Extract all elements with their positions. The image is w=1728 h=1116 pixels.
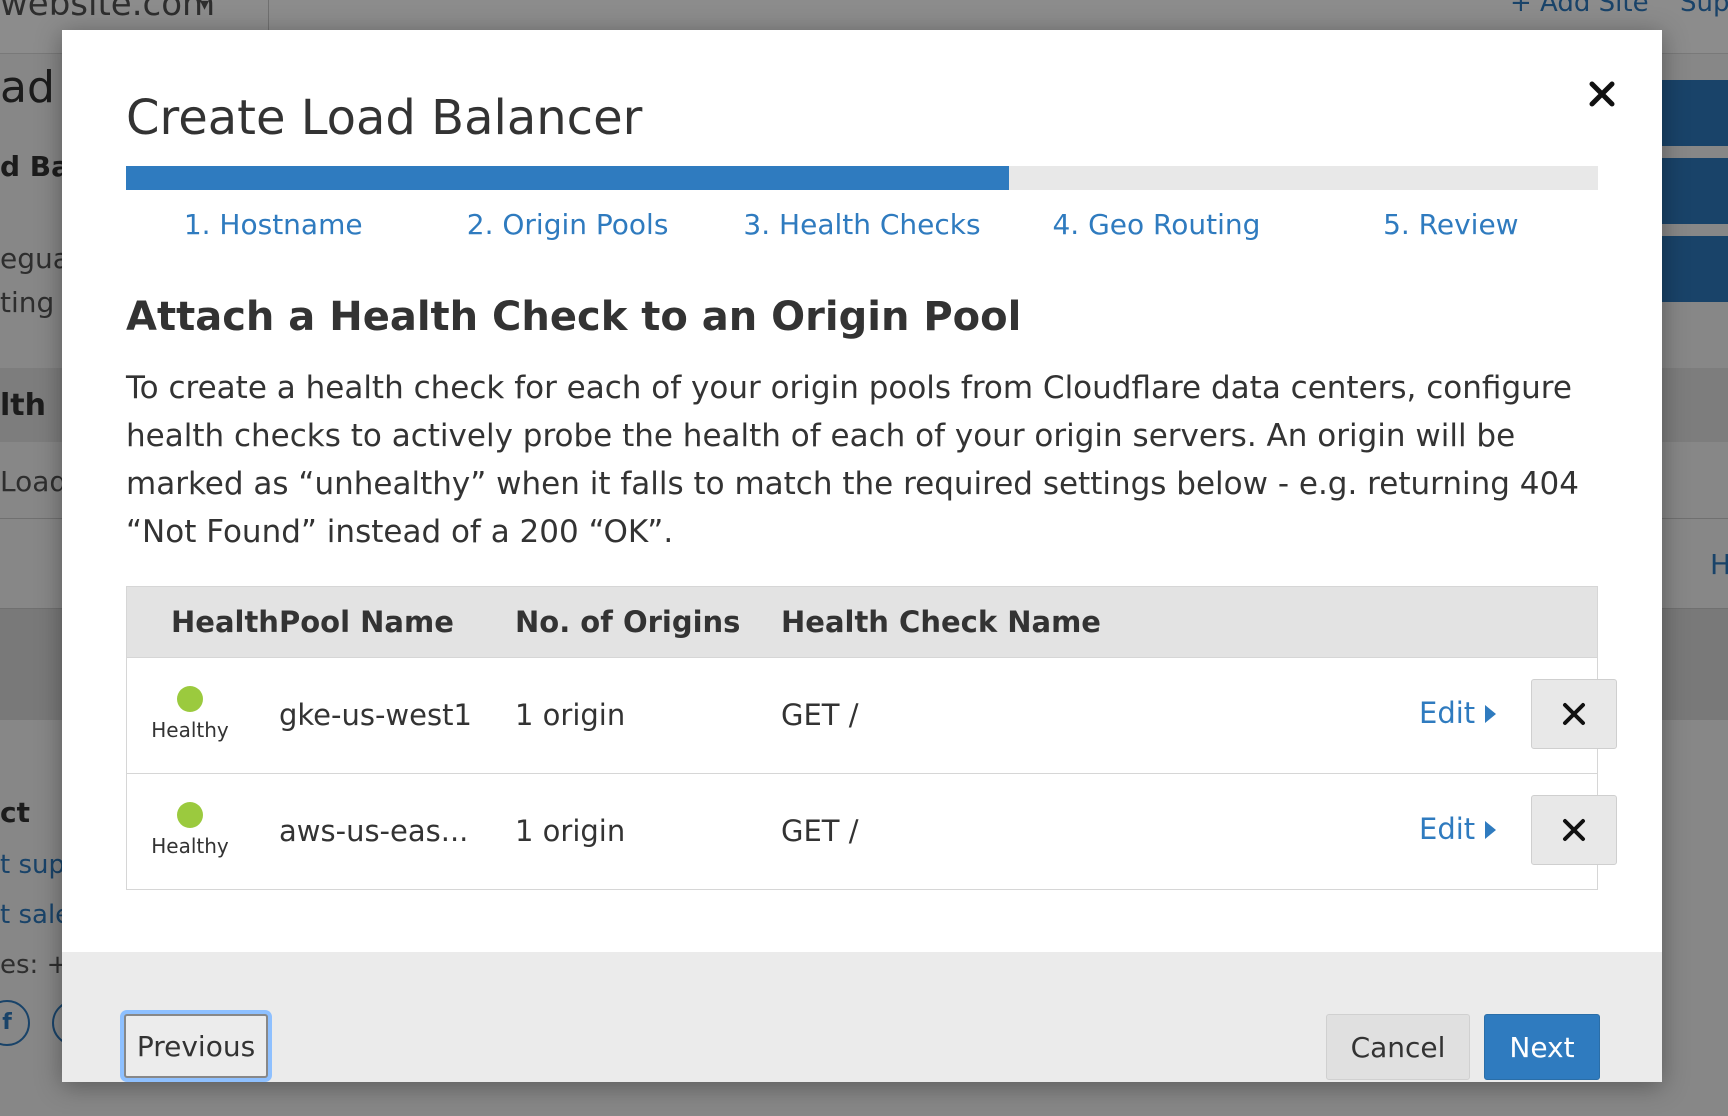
- section-description: To create a health check for each of you…: [126, 370, 1579, 550]
- origin-count: 1 origin: [515, 814, 626, 848]
- remove-row-button[interactable]: [1531, 795, 1617, 865]
- step-origin-pools[interactable]: 2. Origin Pools: [420, 208, 714, 241]
- pool-name: gke-us-west1: [279, 698, 472, 732]
- edit-link[interactable]: Edit: [1419, 696, 1497, 730]
- health-status-label: Healthy: [151, 834, 229, 858]
- health-check-name: GET /: [781, 698, 859, 732]
- dialog-title: Create Load Balancer: [126, 90, 643, 146]
- dialog-footer: Previous Cancel Next: [62, 952, 1662, 1082]
- status-dot-icon: [177, 802, 203, 828]
- close-icon[interactable]: [1580, 72, 1624, 116]
- step-health-checks[interactable]: 3. Health Checks: [715, 208, 1009, 241]
- close-icon: [1563, 703, 1585, 725]
- wizard-progress-bar: [126, 166, 1598, 190]
- next-button[interactable]: Next: [1484, 1014, 1600, 1080]
- previous-button[interactable]: Previous: [124, 1014, 268, 1078]
- origin-count: 1 origin: [515, 698, 626, 732]
- origin-pools-table: Health Pool Name No. of Origins Health C…: [126, 586, 1617, 890]
- column-header-health-check: Health Check Name: [781, 605, 1101, 639]
- edit-label: Edit: [1419, 696, 1476, 730]
- health-status: Healthy: [145, 802, 235, 858]
- table-row: Healthy aws-us-eas... 1 origin GET / Edi…: [127, 773, 1617, 889]
- status-dot-icon: [177, 686, 203, 712]
- table-header: Health Pool Name No. of Origins Health C…: [127, 587, 1597, 657]
- remove-row-button[interactable]: [1531, 679, 1617, 749]
- edit-label: Edit: [1419, 812, 1476, 846]
- column-header-pool-name: Pool Name: [279, 605, 454, 639]
- caret-right-icon: [1485, 705, 1497, 723]
- column-header-origins: No. of Origins: [515, 605, 741, 639]
- step-hostname[interactable]: 1. Hostname: [126, 208, 420, 241]
- wizard-progress-fill: [126, 166, 1010, 190]
- cancel-button[interactable]: Cancel: [1326, 1014, 1470, 1080]
- column-header-health: Health: [171, 605, 279, 639]
- wizard-steps: 1. Hostname 2. Origin Pools 3. Health Ch…: [126, 208, 1598, 241]
- health-status: Healthy: [145, 686, 235, 742]
- step-geo-routing[interactable]: 4. Geo Routing: [1009, 208, 1303, 241]
- close-icon: [1563, 819, 1585, 841]
- health-check-name: GET /: [781, 814, 859, 848]
- caret-right-icon: [1485, 821, 1497, 839]
- section-title: Attach a Health Check to an Origin Pool: [126, 294, 1022, 340]
- health-status-label: Healthy: [151, 718, 229, 742]
- step-review[interactable]: 5. Review: [1304, 208, 1598, 241]
- create-load-balancer-dialog: Create Load Balancer 1. Hostname 2. Orig…: [62, 30, 1662, 1082]
- edit-link[interactable]: Edit: [1419, 812, 1497, 846]
- pool-name: aws-us-eas...: [279, 814, 469, 848]
- table-row: Healthy gke-us-west1 1 origin GET / Edit: [127, 657, 1617, 773]
